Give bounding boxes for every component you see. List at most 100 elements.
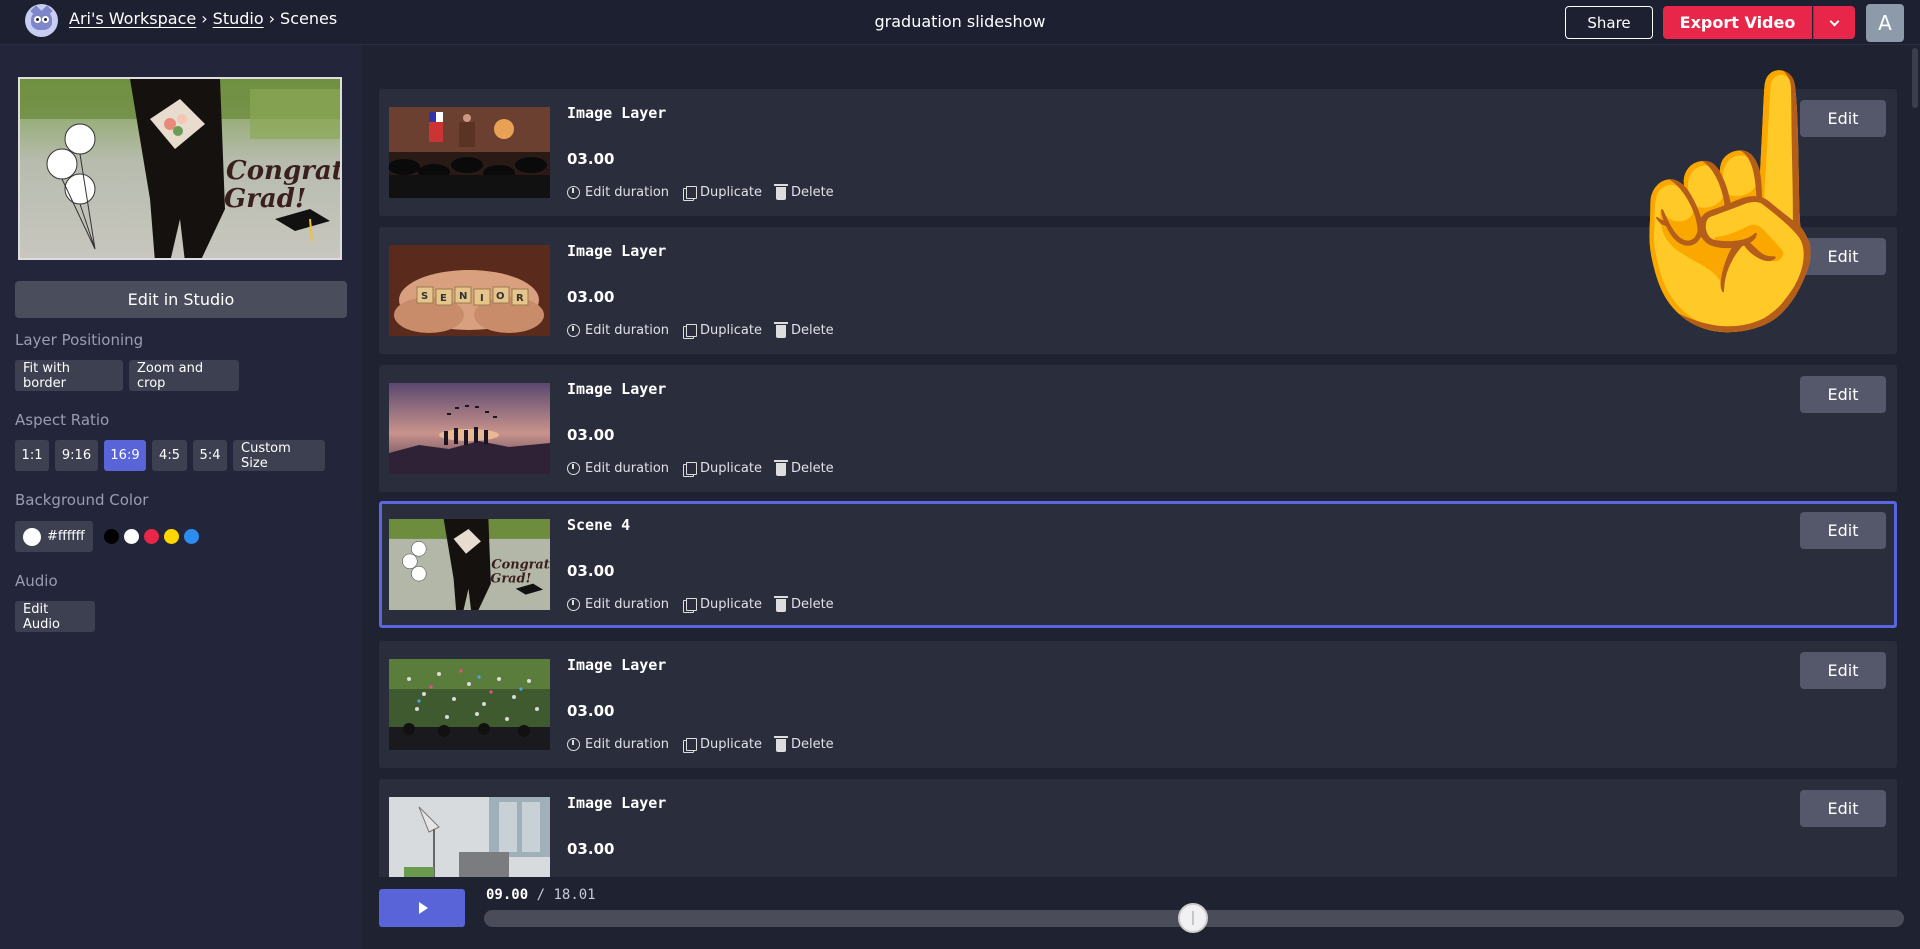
- aspect-ratio-16-9-button[interactable]: 16:9: [104, 440, 146, 471]
- duplicate-button[interactable]: Duplicate: [683, 597, 762, 613]
- edit-scene-button[interactable]: Edit: [1800, 512, 1886, 549]
- scene-name[interactable]: Image Layer: [567, 380, 666, 398]
- breadcrumb-studio-link[interactable]: Studio: [213, 9, 264, 28]
- logo-eye: [34, 16, 41, 23]
- scene-duration: 03.00: [567, 426, 615, 444]
- aspect-ratio-9-16-button[interactable]: 9:16: [55, 440, 98, 471]
- desk-laptop-thumbnail: [389, 797, 550, 877]
- background-color-picker[interactable]: #ffffff: [15, 521, 93, 552]
- edit-in-studio-button[interactable]: Edit in Studio: [15, 281, 347, 318]
- scrollbar-thumb[interactable]: [1912, 48, 1918, 108]
- scrubber-grip: [1192, 911, 1194, 925]
- scene-thumbnail: [389, 659, 550, 750]
- total-time: 18.01: [553, 887, 596, 903]
- scene-name[interactable]: Image Layer: [567, 242, 666, 260]
- duplicate-button[interactable]: Duplicate: [683, 737, 762, 753]
- breadcrumb-workspace-link[interactable]: Ari's Workspace: [69, 9, 196, 28]
- workspace-logo-icon[interactable]: [25, 4, 58, 37]
- aspect-ratio-5-4-button[interactable]: 5:4: [193, 440, 227, 471]
- delete-button[interactable]: Delete: [773, 184, 834, 200]
- edit-duration-button[interactable]: Edit duration: [567, 323, 669, 338]
- background-color-value: #ffffff: [47, 529, 85, 544]
- duplicate-button[interactable]: Duplicate: [683, 323, 762, 339]
- export-video-button[interactable]: Export Video: [1663, 6, 1812, 39]
- scene-card[interactable]: Image Layer 03.00 Edit duration Duplicat…: [379, 365, 1897, 492]
- edit-duration-button[interactable]: Edit duration: [567, 737, 669, 752]
- scene-duration: 03.00: [567, 150, 615, 168]
- layer-positioning-label: Layer Positioning: [15, 331, 144, 349]
- copy-icon: [683, 461, 698, 477]
- aspect-ratio-1-1-button[interactable]: 1:1: [15, 440, 49, 471]
- timeline-scrubber-handle[interactable]: [1178, 903, 1208, 933]
- scene-duration: 03.00: [567, 562, 615, 580]
- scene-thumbnail: [389, 797, 550, 877]
- duplicate-button[interactable]: Duplicate: [683, 461, 762, 477]
- scene-thumbnail: S E N I OR: [389, 245, 550, 336]
- edit-scene-button[interactable]: Edit: [1800, 790, 1886, 827]
- delete-button[interactable]: Delete: [773, 322, 834, 338]
- share-button[interactable]: Share: [1565, 6, 1653, 39]
- swatch-red[interactable]: [144, 529, 159, 544]
- logo-eye: [42, 16, 49, 23]
- scene-card[interactable]: Image Layer 03.00 Edit: [379, 779, 1897, 877]
- breadcrumb-separator: ›: [201, 9, 208, 28]
- swatch-black[interactable]: [104, 529, 119, 544]
- scene-thumbnail: [389, 107, 550, 198]
- edit-scene-button[interactable]: Edit: [1800, 376, 1886, 413]
- edit-audio-button[interactable]: Edit Audio: [15, 601, 95, 632]
- edit-duration-label: Edit duration: [585, 185, 670, 200]
- breadcrumb-current: Scenes: [280, 9, 338, 28]
- edit-duration-button[interactable]: Edit duration: [567, 185, 669, 200]
- timer-icon: [567, 462, 580, 475]
- scene-name[interactable]: Image Layer: [567, 104, 666, 122]
- copy-icon: [683, 597, 698, 613]
- scene-actions: Edit duration Duplicate Delete: [567, 184, 834, 201]
- duplicate-label: Duplicate: [700, 185, 762, 200]
- scene-card[interactable]: Image Layer 03.00 Edit duration Duplicat…: [379, 641, 1897, 768]
- timer-icon: [567, 324, 580, 337]
- scene-actions: Edit duration Duplicate Delete: [567, 322, 834, 339]
- edit-duration-button[interactable]: Edit duration: [567, 461, 669, 476]
- delete-button[interactable]: Delete: [773, 596, 834, 612]
- edit-duration-label: Edit duration: [585, 597, 670, 612]
- delete-button[interactable]: Delete: [773, 736, 834, 752]
- delete-label: Delete: [790, 461, 834, 476]
- graduation-ceremony-thumbnail: [389, 107, 550, 198]
- duplicate-button[interactable]: Duplicate: [683, 185, 762, 201]
- delete-label: Delete: [790, 323, 834, 338]
- fit-with-border-button[interactable]: Fit with border: [15, 360, 123, 391]
- scene-name[interactable]: Image Layer: [567, 656, 666, 674]
- scene-card-selected[interactable]: Congrats Grad! Scene 4 03.00 Edit durati…: [379, 501, 1897, 628]
- aspect-ratio-4-5-button[interactable]: 4:5: [152, 440, 187, 471]
- playback-time: 09.00 / 18.01: [486, 887, 596, 903]
- edit-scene-button[interactable]: Edit: [1800, 652, 1886, 689]
- delete-button[interactable]: Delete: [773, 460, 834, 476]
- trash-icon: [773, 596, 788, 612]
- scene-actions: Edit duration Duplicate Delete: [567, 460, 834, 477]
- project-title[interactable]: graduation slideshow: [760, 12, 1160, 31]
- play-button[interactable]: [379, 889, 465, 927]
- svg-text:Congrats: Congrats: [226, 156, 342, 186]
- export-options-button[interactable]: [1813, 6, 1855, 39]
- zoom-and-crop-button[interactable]: Zoom and crop: [129, 360, 239, 391]
- top-bar: Ari's Workspace › Studio › Scenes gradua…: [0, 0, 1920, 45]
- edit-duration-button[interactable]: Edit duration: [567, 597, 669, 612]
- copy-icon: [683, 323, 698, 339]
- audio-label: Audio: [15, 572, 58, 590]
- user-avatar[interactable]: A: [1866, 4, 1904, 42]
- swatch-white[interactable]: [124, 529, 139, 544]
- svg-text:I: I: [480, 293, 484, 304]
- scene-preview-image: Congrats Grad!: [18, 77, 342, 260]
- scene-actions: Edit duration Duplicate Delete: [567, 736, 834, 753]
- swatch-yellow[interactable]: [164, 529, 179, 544]
- svg-text:Congrats: Congrats: [491, 558, 550, 573]
- edit-duration-label: Edit duration: [585, 737, 670, 752]
- pointing-hand-icon: ☝️: [1585, 60, 1884, 340]
- custom-size-button[interactable]: Custom Size: [233, 440, 325, 471]
- delete-label: Delete: [790, 737, 834, 752]
- duplicate-label: Duplicate: [700, 737, 762, 752]
- scene-list-scrollbar[interactable]: [1910, 45, 1920, 877]
- scene-name[interactable]: Image Layer: [567, 794, 666, 812]
- swatch-blue[interactable]: [184, 529, 199, 544]
- scene-name[interactable]: Scene 4: [567, 516, 630, 534]
